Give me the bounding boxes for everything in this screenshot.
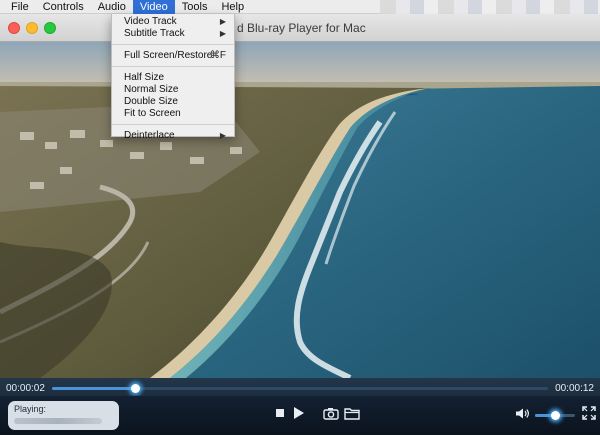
now-playing-panel: Playing: bbox=[8, 401, 119, 430]
menu-item-half-size[interactable]: Half Size bbox=[112, 72, 234, 84]
menu-bar: File Controls Audio Video Tools Help bbox=[0, 0, 600, 14]
current-time: 00:00:02 bbox=[6, 383, 45, 394]
menu-separator bbox=[112, 44, 234, 45]
stop-button[interactable] bbox=[274, 407, 286, 419]
menu-item-double-size[interactable]: Double Size bbox=[112, 96, 234, 108]
control-bar-lower: Playing: bbox=[0, 396, 600, 435]
snapshot-button[interactable] bbox=[323, 406, 339, 420]
window-title: d Blu-ray Player for Mac bbox=[237, 21, 366, 35]
play-button[interactable] bbox=[292, 406, 306, 420]
volume-handle[interactable] bbox=[551, 411, 560, 420]
menu-separator bbox=[112, 124, 234, 125]
menu-item-label: Subtitle Track bbox=[124, 28, 185, 39]
minimize-window-button[interactable] bbox=[26, 22, 38, 34]
menu-audio[interactable]: Audio bbox=[91, 0, 133, 14]
now-playing-label: Playing: bbox=[14, 404, 47, 414]
menu-video[interactable]: Video bbox=[132, 0, 175, 14]
zoom-window-button[interactable] bbox=[44, 22, 56, 34]
menu-shortcut: ⌘F bbox=[209, 50, 226, 61]
menu-item-full-screen[interactable]: Full Screen/Restore ⌘F bbox=[112, 50, 234, 62]
now-playing-title-blurred bbox=[14, 418, 102, 424]
menu-item-label: Video Track bbox=[124, 16, 177, 27]
speaker-icon bbox=[516, 408, 529, 418]
menu-controls[interactable]: Controls bbox=[36, 0, 91, 14]
menu-item-video-track[interactable]: Video Track ▶ bbox=[112, 16, 234, 28]
menu-item-normal-size[interactable]: Normal Size bbox=[112, 84, 234, 96]
menu-item-label: Fit to Screen bbox=[124, 108, 181, 119]
submenu-arrow-icon: ▶ bbox=[219, 17, 226, 26]
play-icon bbox=[294, 407, 304, 419]
menu-item-label: Full Screen/Restore bbox=[124, 50, 213, 61]
mute-button[interactable] bbox=[515, 406, 531, 420]
menu-item-label: Deinterlace bbox=[124, 130, 175, 141]
video-frame[interactable] bbox=[0, 42, 600, 378]
volume-slider[interactable] bbox=[535, 411, 575, 420]
close-window-button[interactable] bbox=[8, 22, 20, 34]
video-image bbox=[0, 42, 600, 378]
status-area-blurred bbox=[380, 0, 600, 14]
menu-item-label: Half Size bbox=[124, 72, 165, 83]
video-menu-dropdown: Video Track ▶ Subtitle Track ▶ Full Scre… bbox=[111, 14, 235, 141]
submenu-arrow-icon: ▶ bbox=[219, 29, 226, 38]
stop-icon bbox=[276, 409, 284, 417]
open-file-button[interactable] bbox=[344, 406, 360, 420]
seek-bar[interactable] bbox=[52, 384, 548, 393]
seek-bar-progress bbox=[52, 387, 135, 390]
duration-time: 00:00:12 bbox=[555, 383, 594, 394]
submenu-arrow-icon: ▶ bbox=[219, 131, 226, 140]
seek-handle[interactable] bbox=[130, 384, 140, 393]
fullscreen-icon bbox=[582, 406, 596, 420]
menu-item-deinterlace[interactable]: Deinterlace ▶ bbox=[112, 130, 234, 142]
menu-tools[interactable]: Tools bbox=[175, 0, 215, 14]
playback-controls: 00:00:02 00:00:12 Playing: bbox=[0, 378, 600, 435]
menu-separator bbox=[112, 66, 234, 67]
camera-icon bbox=[323, 407, 339, 420]
menu-help[interactable]: Help bbox=[214, 0, 251, 14]
menu-item-fit-to-screen[interactable]: Fit to Screen bbox=[112, 108, 234, 120]
menu-file[interactable]: File bbox=[4, 0, 36, 14]
folder-icon bbox=[344, 407, 360, 420]
fullscreen-button[interactable] bbox=[582, 406, 596, 420]
menu-item-label: Normal Size bbox=[124, 84, 179, 95]
menu-item-subtitle-track[interactable]: Subtitle Track ▶ bbox=[112, 28, 234, 40]
menu-item-label: Double Size bbox=[124, 96, 178, 107]
window-title-bar: d Blu-ray Player for Mac bbox=[0, 14, 600, 42]
